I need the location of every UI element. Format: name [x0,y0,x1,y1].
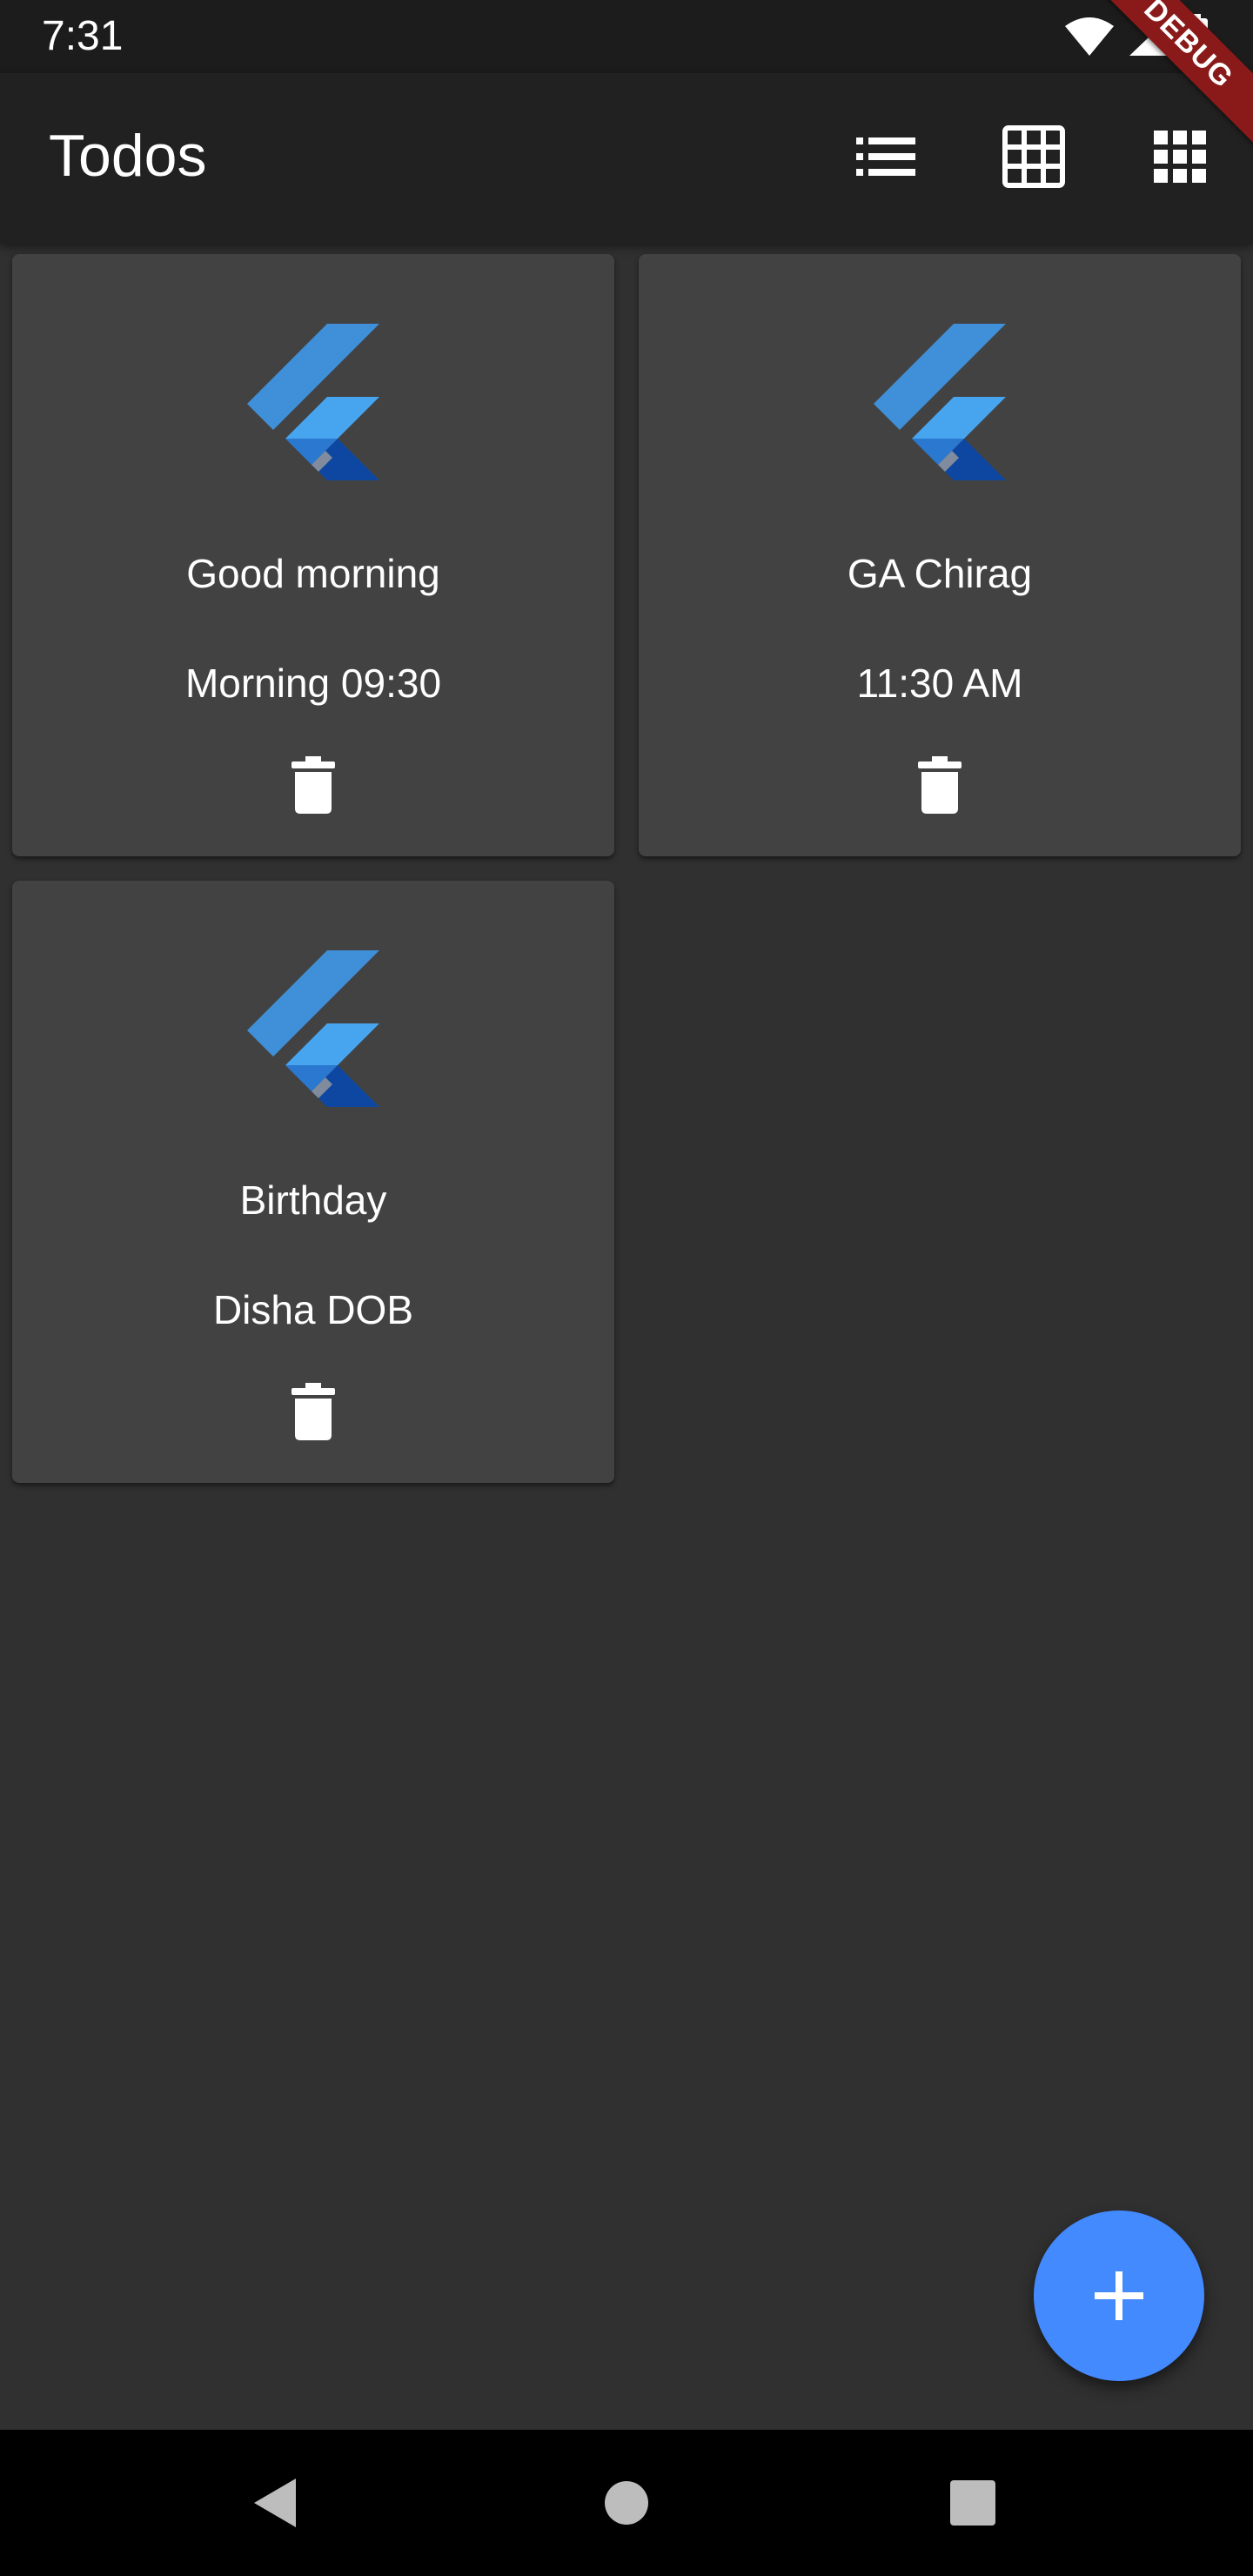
page-title: Todos [49,123,207,189]
dense-grid-view-icon [1154,131,1206,183]
home-icon [605,2481,648,2525]
recents-icon [950,2480,995,2526]
list-view-icon [856,138,915,176]
todo-card[interactable]: GA Chirag 11:30 AM [639,254,1241,856]
trash-icon [291,1383,335,1440]
status-time: 7:31 [42,13,124,59]
flutter-logo-icon [247,950,379,1107]
todo-card[interactable]: Birthday Disha DOB [12,881,614,1483]
app-bar: Todos [0,73,1253,244]
wifi-icon [1065,17,1114,56]
todo-description: 11:30 AM [856,661,1023,706]
status-bar: 7:31 [0,0,1253,73]
back-button[interactable] [240,2468,310,2538]
home-button[interactable] [592,2468,661,2538]
flutter-logo-icon [247,324,379,480]
dense-grid-view-button[interactable] [1143,120,1216,193]
grid-view-button[interactable] [997,120,1070,193]
flutter-logo-icon [874,324,1006,480]
todo-title: Birthday [239,1177,387,1223]
delete-button[interactable] [908,750,971,820]
list-view-button[interactable] [849,120,922,193]
todo-card[interactable]: Good morning Morning 09:30 [12,254,614,856]
todo-title: GA Chirag [847,551,1033,596]
todo-title: Good morning [186,551,440,596]
delete-button[interactable] [282,1377,345,1446]
add-todo-button[interactable] [1034,2210,1204,2381]
todo-description: Disha DOB [212,1287,414,1332]
add-icon [1095,2271,1143,2320]
trash-icon [291,756,335,814]
delete-button[interactable] [282,750,345,820]
back-icon [254,2479,296,2527]
recents-button[interactable] [938,2468,1008,2538]
trash-icon [918,756,962,814]
grid-view-icon [1002,125,1065,188]
system-nav-bar [0,2430,1253,2576]
todo-description: Morning 09:30 [184,661,442,706]
